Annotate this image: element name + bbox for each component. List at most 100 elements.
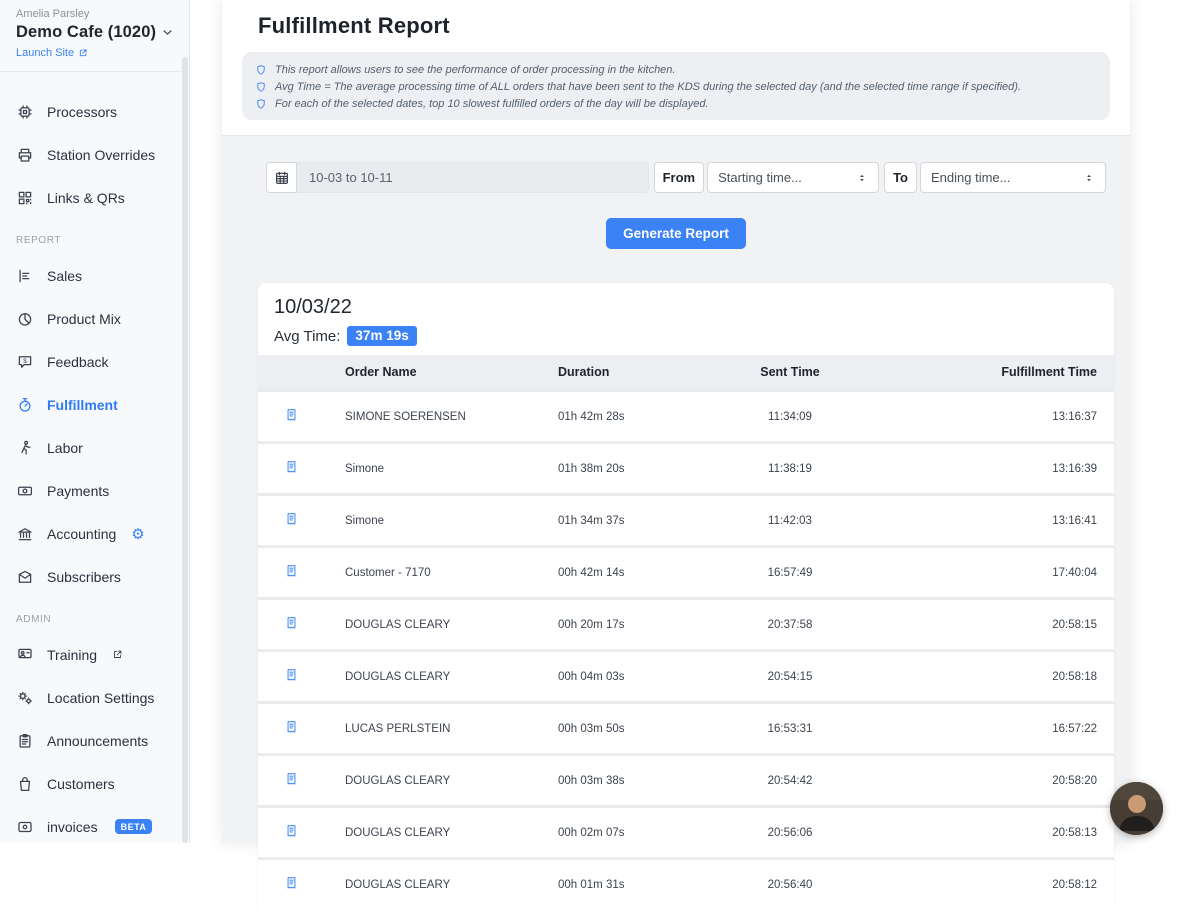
fulfillment-time-cell: 20:58:12 (862, 859, 1114, 909)
generate-report-area: Generate Report (222, 218, 1130, 249)
table-row[interactable]: DOUGLAS CLEARY00h 03m 38s20:54:4220:58:2… (258, 755, 1114, 807)
select-updown-icon (1083, 172, 1095, 184)
sent-time-cell: 20:56:06 (718, 807, 862, 859)
duration-cell: 00h 03m 50s (558, 703, 718, 755)
report-card: 10/03/22 Avg Time: 37m 19s Order Name Du… (258, 283, 1114, 909)
sidebar-item-labor[interactable]: Labor (0, 426, 189, 469)
chat-widget-avatar[interactable] (1110, 782, 1163, 835)
sidebar-item-label: Accounting (47, 526, 116, 542)
gear-icon[interactable]: ⚙ (131, 525, 144, 543)
external-link-icon (112, 649, 123, 660)
duration-cell: 01h 42m 28s (558, 391, 718, 443)
order-receipt-cell (258, 755, 345, 807)
receipt-icon[interactable] (284, 718, 299, 736)
report-date: 10/03/22 (274, 296, 1098, 319)
table-row[interactable]: DOUGLAS CLEARY00h 04m 03s20:54:1520:58:1… (258, 651, 1114, 703)
fulfillment-time-cell: 20:58:15 (862, 599, 1114, 651)
table-row[interactable]: Customer - 717000h 42m 14s16:57:4917:40:… (258, 547, 1114, 599)
sidebar-item-label: Payments (47, 483, 109, 499)
receipt-icon[interactable] (284, 458, 299, 476)
sidebar-item-product-mix[interactable]: Product Mix (0, 297, 189, 340)
duration-cell: 01h 38m 20s (558, 443, 718, 495)
sidebar-item-location-settings[interactable]: Location Settings (0, 676, 189, 719)
receipt-icon[interactable] (284, 614, 299, 632)
fulfillment-time-cell: 17:40:04 (862, 547, 1114, 599)
starting-time-select[interactable]: Starting time... (707, 162, 879, 193)
pie-chart-icon (16, 310, 34, 328)
table-row[interactable]: SIMONE SOERENSEN01h 42m 28s11:34:0913:16… (258, 391, 1114, 443)
shopping-bag-icon (16, 775, 34, 793)
sidebar: Amelia Parsley Demo Cafe (1020) Launch S… (0, 0, 190, 843)
duration-cell: 00h 42m 14s (558, 547, 718, 599)
sidebar-item-feedback[interactable]: $Feedback (0, 340, 189, 383)
table-row[interactable]: DOUGLAS CLEARY00h 01m 31s20:56:4020:58:1… (258, 859, 1114, 909)
select-updown-icon (856, 172, 868, 184)
receipt-icon[interactable] (284, 562, 299, 580)
calendar-button[interactable] (266, 162, 297, 193)
sidebar-item-links-qrs[interactable]: Links & QRs (0, 176, 189, 219)
sidebar-item-station-overrides[interactable]: Station Overrides (0, 133, 189, 176)
receipt-icon[interactable] (284, 874, 299, 892)
order-receipt-cell (258, 807, 345, 859)
table-row[interactable]: DOUGLAS CLEARY00h 02m 07s20:56:0620:58:1… (258, 807, 1114, 859)
receipt-icon[interactable] (284, 822, 299, 840)
duration-cell: 00h 20m 17s (558, 599, 718, 651)
main-content: Fulfillment Report This report allows us… (222, 0, 1130, 843)
duration-cell: 00h 03m 38s (558, 755, 718, 807)
order-name-cell: DOUGLAS CLEARY (345, 807, 558, 859)
order-receipt-cell (258, 859, 345, 909)
fulfillment-time-cell: 16:57:22 (862, 703, 1114, 755)
generate-report-button[interactable]: Generate Report (606, 218, 746, 249)
page-title: Fulfillment Report (258, 13, 1110, 39)
ending-time-select[interactable]: Ending time... (920, 162, 1106, 193)
sidebar-item-accounting[interactable]: Accounting ⚙ (0, 512, 189, 555)
date-range-input[interactable] (297, 162, 649, 193)
order-receipt-cell (258, 547, 345, 599)
sidebar-scrollbar[interactable] (182, 57, 188, 843)
chip-icon (16, 103, 34, 121)
sidebar-item-subscribers[interactable]: Subscribers (0, 555, 189, 598)
stopwatch-icon (16, 396, 34, 414)
sidebar-header: Amelia Parsley Demo Cafe (1020) Launch S… (0, 0, 189, 72)
info-note-text: Avg Time = The average processing time o… (275, 80, 1021, 94)
duration-cell: 00h 04m 03s (558, 651, 718, 703)
sidebar-item-sales[interactable]: Sales (0, 254, 189, 297)
avg-time-badge: 37m 19s (347, 326, 416, 346)
table-row[interactable]: Simone01h 38m 20s11:38:1913:16:39 (258, 443, 1114, 495)
order-name-cell: Simone (345, 443, 558, 495)
receipt-icon[interactable] (284, 770, 299, 788)
table-row[interactable]: Simone01h 34m 37s11:42:0313:16:41 (258, 495, 1114, 547)
chevron-down-icon (160, 25, 175, 40)
order-name-cell: LUCAS PERLSTEIN (345, 703, 558, 755)
sidebar-item-fulfillment[interactable]: Fulfillment (0, 383, 189, 426)
receipt-icon[interactable] (284, 666, 299, 684)
sidebar-item-payments[interactable]: Payments (0, 469, 189, 512)
fulfillment-time-cell: 20:58:13 (862, 807, 1114, 859)
fulfillment-time-cell: 20:58:18 (862, 651, 1114, 703)
receipt-icon[interactable] (284, 510, 299, 528)
receipt-icon[interactable] (284, 406, 299, 424)
table-row[interactable]: LUCAS PERLSTEIN00h 03m 50s16:53:3116:57:… (258, 703, 1114, 755)
sidebar-item-invoices[interactable]: invoicesBETA (0, 805, 189, 848)
launch-site-link[interactable]: Launch Site (16, 47, 88, 59)
sidebar-item-label: Links & QRs (47, 190, 125, 206)
sidebar-item-processors[interactable]: Processors (0, 90, 189, 133)
qr-code-icon (16, 189, 34, 207)
envelope-icon (16, 568, 34, 586)
sidebar-item-label: Announcements (47, 733, 148, 749)
sent-time-cell: 16:57:49 (718, 547, 862, 599)
beta-badge: BETA (115, 819, 153, 834)
column-header-icon (258, 355, 345, 391)
table-row[interactable]: DOUGLAS CLEARY00h 20m 17s20:37:5820:58:1… (258, 599, 1114, 651)
sidebar-item-label: Fulfillment (47, 397, 118, 413)
order-receipt-cell (258, 599, 345, 651)
sidebar-item-customers[interactable]: Customers (0, 762, 189, 805)
sidebar-item-announcements[interactable]: Announcements (0, 719, 189, 762)
sent-time-cell: 20:56:40 (718, 859, 862, 909)
sidebar-item-label: Station Overrides (47, 147, 155, 163)
site-selector[interactable]: Demo Cafe (1020) (16, 23, 175, 42)
user-name: Amelia Parsley (16, 8, 175, 20)
printer-icon (16, 146, 34, 164)
duration-cell: 00h 02m 07s (558, 807, 718, 859)
sidebar-item-training[interactable]: Training (0, 633, 189, 676)
